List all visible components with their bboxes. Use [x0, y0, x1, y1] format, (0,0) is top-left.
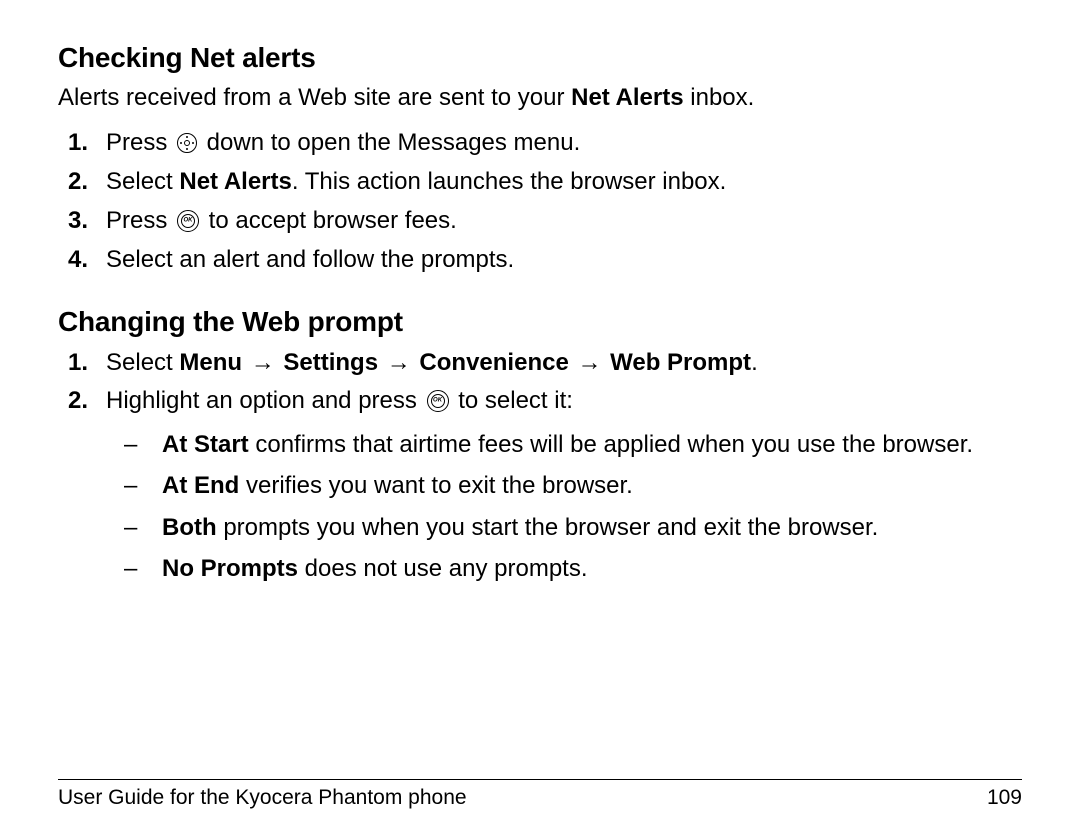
text: Highlight an option and press: [106, 387, 424, 414]
menu-path: Web Prompt: [610, 349, 751, 376]
text: to select it:: [452, 387, 573, 414]
text: down to open the Messages menu.: [200, 129, 580, 156]
menu-path: Convenience: [419, 349, 568, 376]
options-list: At Start confirms that airtime fees will…: [106, 429, 1022, 584]
arrow-icon: →: [577, 346, 601, 381]
arrow-icon: →: [387, 346, 411, 381]
text: Press: [106, 207, 174, 234]
nav-key-icon: [177, 133, 197, 153]
page-footer: User Guide for the Kyocera Phantom phone…: [58, 779, 1022, 810]
option-both: Both prompts you when you start the brow…: [106, 512, 1022, 543]
text: Select: [106, 168, 179, 195]
text: confirms that airtime fees will be appli…: [249, 431, 973, 458]
text: Select: [106, 349, 179, 376]
steps-list-2: Select Menu → Settings → Convenience → W…: [58, 346, 1022, 584]
text: to accept browser fees.: [202, 207, 457, 234]
arrow-icon: →: [251, 346, 275, 381]
ok-key-icon: [427, 390, 449, 412]
option-no-prompts: No Prompts does not use any prompts.: [106, 553, 1022, 584]
option-label: At End: [162, 472, 239, 499]
net-alerts-bold: Net Alerts: [179, 168, 291, 195]
step-3: Press to accept browser fees.: [58, 204, 1022, 239]
option-at-start: At Start confirms that airtime fees will…: [106, 429, 1022, 460]
net-alerts-bold: Net Alerts: [571, 84, 683, 111]
option-label: At Start: [162, 431, 249, 458]
text: .: [751, 349, 758, 376]
step-1: Press down to open the Messages menu.: [58, 126, 1022, 161]
step-2: Highlight an option and press to select …: [58, 384, 1022, 584]
step-1: Select Menu → Settings → Convenience → W…: [58, 346, 1022, 381]
text: Press: [106, 129, 174, 156]
heading-checking-net-alerts: Checking Net alerts: [58, 42, 1022, 74]
text: inbox.: [684, 84, 755, 111]
step-2: Select Net Alerts. This action launches …: [58, 165, 1022, 200]
option-at-end: At End verifies you want to exit the bro…: [106, 470, 1022, 501]
ok-key-icon: [177, 210, 199, 232]
option-label: No Prompts: [162, 555, 298, 582]
steps-list-1: Press down to open the Messages menu. Se…: [58, 126, 1022, 277]
text: does not use any prompts.: [298, 555, 588, 582]
heading-changing-web-prompt: Changing the Web prompt: [58, 306, 1022, 338]
text: prompts you when you start the browser a…: [217, 514, 879, 541]
menu-path: Settings: [283, 349, 378, 376]
step-4: Select an alert and follow the prompts.: [58, 243, 1022, 278]
footer-title: User Guide for the Kyocera Phantom phone: [58, 786, 467, 810]
menu-path: Menu: [179, 349, 242, 376]
page-content: Checking Net alerts Alerts received from…: [58, 42, 1022, 772]
text: verifies you want to exit the browser.: [239, 472, 633, 499]
option-label: Both: [162, 514, 217, 541]
text: . This action launches the browser inbox…: [292, 168, 726, 195]
page-number: 109: [987, 786, 1022, 810]
intro-paragraph: Alerts received from a Web site are sent…: [58, 82, 1022, 114]
text: Alerts received from a Web site are sent…: [58, 84, 571, 111]
